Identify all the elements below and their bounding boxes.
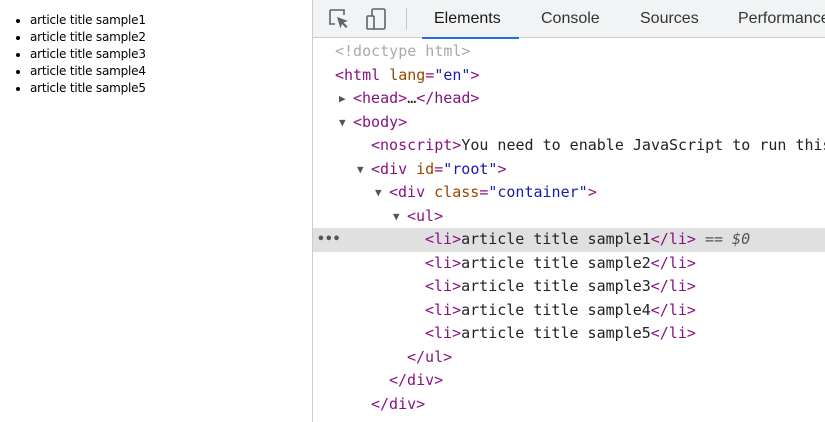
html-node[interactable]: <html lang="en"> <box>313 64 825 88</box>
more-options-icon[interactable]: ••• <box>317 228 340 252</box>
li-open-tag: <li> <box>425 253 462 272</box>
tab-console[interactable]: Console <box>541 0 600 38</box>
doctype-node[interactable]: <!doctype html> <box>313 40 825 64</box>
tab-elements[interactable]: Elements <box>422 0 519 39</box>
lang-value: "en" <box>434 65 471 84</box>
devtools-panel: Elements Console Sources Performance <!d… <box>312 0 825 422</box>
collapse-triangle-icon[interactable]: ▼ <box>393 205 400 229</box>
expand-triangle-icon[interactable]: ▶ <box>339 87 346 111</box>
li-node[interactable]: <li>article title sample5</li> <box>313 322 825 346</box>
class-value: "container" <box>488 183 588 201</box>
devtools-toolbar: Elements Console Sources Performance <box>313 0 825 39</box>
li-text: article title sample3 <box>461 277 651 295</box>
li-node-selected[interactable]: ••• <li>article title sample1</li> == $0 <box>313 228 825 252</box>
div-tag: <div <box>389 183 426 201</box>
li-text: article title sample5 <box>461 324 651 342</box>
li-open-tag: <li> <box>425 300 462 319</box>
ul-open-tag: <ul> <box>407 206 444 225</box>
div-close-tag: </div> <box>371 394 426 413</box>
body-open-tag: <body> <box>353 112 408 131</box>
div-tag: <div <box>371 159 408 178</box>
div-root-close-node[interactable]: </div> <box>313 393 825 417</box>
body-node[interactable]: ▼ <body> <box>313 111 825 135</box>
article-list: article title sample1 article title samp… <box>0 12 146 97</box>
noscript-node[interactable]: <noscript>You need to enable JavaScript … <box>313 134 825 158</box>
inspect-element-icon[interactable] <box>327 7 351 31</box>
selected-marker: == $0 <box>704 230 751 248</box>
list-item: article title sample1 <box>30 12 146 29</box>
list-item: article title sample5 <box>30 80 146 97</box>
li-open-tag: <li> <box>425 230 462 248</box>
li-open-tag: <li> <box>425 324 462 342</box>
li-text: article title sample4 <box>461 300 651 319</box>
collapse-triangle-icon[interactable]: ▼ <box>357 158 364 182</box>
div-container-node[interactable]: ▼ <div class="container"> <box>313 181 825 205</box>
li-text: article title sample2 <box>461 253 651 272</box>
noscript-text: You need to enable JavaScript to run thi… <box>461 136 825 154</box>
li-close-tag: </li> <box>650 253 696 272</box>
list-item: article title sample3 <box>30 46 146 63</box>
noscript-open-tag: <noscript> <box>371 136 462 154</box>
list-item: article title sample4 <box>30 63 146 80</box>
li-node[interactable]: <li>article title sample3</li> <box>313 275 825 299</box>
tab-performance[interactable]: Performance <box>738 0 825 38</box>
head-ellipsis: … <box>407 89 417 107</box>
list-item: article title sample2 <box>30 29 146 46</box>
div-close-tag: </div> <box>389 371 444 389</box>
head-close-tag: </head> <box>416 89 480 107</box>
head-node[interactable]: ▶ <head>…</head> <box>313 87 825 111</box>
collapse-triangle-icon[interactable]: ▼ <box>375 181 382 205</box>
page-preview: article title sample1 article title samp… <box>0 0 312 422</box>
lang-attr: lang <box>389 65 426 84</box>
html-tag: <html <box>335 65 381 84</box>
div-container-close-node[interactable]: </div> <box>313 369 825 393</box>
li-close-tag: </li> <box>650 230 696 248</box>
ul-close-tag: </ul> <box>407 347 453 366</box>
li-close-tag: </li> <box>650 324 696 342</box>
ul-close-node[interactable]: </ul> <box>313 346 825 370</box>
collapse-triangle-icon[interactable]: ▼ <box>339 111 346 135</box>
li-text: article title sample1 <box>461 230 651 248</box>
tab-sources[interactable]: Sources <box>640 0 699 38</box>
toolbar-separator <box>406 8 407 30</box>
dom-tree: <!doctype html> <html lang="en"> ▶ <head… <box>313 40 825 416</box>
head-open-tag: <head> <box>353 89 408 107</box>
doctype-text: <!doctype html> <box>335 42 471 60</box>
class-attr: class <box>434 183 480 201</box>
li-close-tag: </li> <box>650 300 696 319</box>
id-value: "root" <box>443 159 498 178</box>
li-open-tag: <li> <box>425 277 462 295</box>
li-node[interactable]: <li>article title sample2</li> <box>313 252 825 276</box>
li-close-tag: </li> <box>650 277 696 295</box>
device-toolbar-icon[interactable] <box>365 7 389 31</box>
div-root-node[interactable]: ▼ <div id="root"> <box>313 158 825 182</box>
id-attr: id <box>416 159 435 178</box>
ul-node[interactable]: ▼ <ul> <box>313 205 825 229</box>
li-node[interactable]: <li>article title sample4</li> <box>313 299 825 323</box>
